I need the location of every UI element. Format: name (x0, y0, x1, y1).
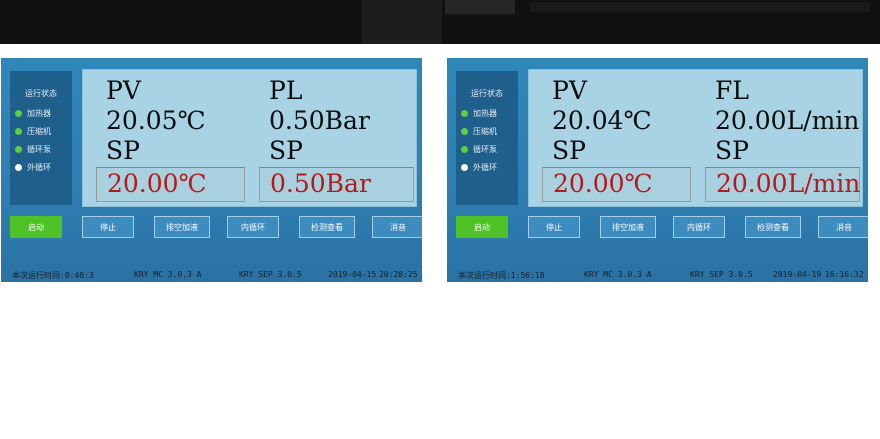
status-item-pump: 循环泵 (15, 143, 51, 155)
sep-version-text: KRY SEP 3.0.5 (239, 270, 302, 279)
drain-fill-button[interactable]: 排空加液 (154, 216, 210, 238)
status-item-external-loop: 外循环 (461, 161, 497, 173)
sp-label: SP (552, 136, 586, 165)
temperature-setpoint-field[interactable]: 20.00℃ (542, 167, 691, 202)
runtime-text: 本次运行时间:0:40:3 (12, 271, 94, 280)
flow-setpoint-value: 20.00L/min (716, 169, 861, 198)
status-footer: 本次运行时间:1:56:18 KRY MC 3.0.3 A KRY SEP 3.… (447, 268, 868, 282)
status-indicator-icon (461, 145, 468, 153)
status-item-label: 压缩机 (473, 126, 497, 136)
sep-version-text: KRY SEP 3.0.5 (690, 270, 753, 279)
blurred-header-block (362, 0, 442, 44)
status-item-label: 外循环 (27, 162, 51, 172)
pv-value: 20.04℃ (552, 106, 652, 135)
status-item-compressor: 压缩机 (461, 125, 497, 137)
pressure-setpoint-field[interactable]: 0.50Bar (259, 167, 414, 202)
start-button[interactable]: 启动 (456, 216, 508, 238)
run-status-title: 运行状态 (25, 89, 57, 98)
stop-button[interactable]: 停止 (82, 216, 134, 238)
start-button[interactable]: 启动 (10, 216, 62, 238)
inspect-view-button[interactable]: 检测查看 (745, 216, 801, 238)
status-item-label: 循环泵 (27, 144, 51, 154)
hmi-screen-left: 运行状态 加热器 压缩机 循环泵 外循环 PV 20.05℃ SP 20.00℃… (1, 58, 422, 282)
date-text: 2019-04-15 (328, 270, 377, 279)
pv-value: 20.05℃ (106, 106, 206, 135)
time-text: 20:28:25 (379, 270, 418, 279)
flow-setpoint-field[interactable]: 20.00L/min (705, 167, 860, 202)
status-item-pump: 循环泵 (461, 143, 497, 155)
status-indicator-icon (15, 109, 22, 117)
time-text: 16:16:32 (825, 270, 864, 279)
status-indicator-icon (15, 127, 22, 135)
readout-display: PV 20.04℃ SP 20.00℃ FL 20.00L/min SP 20.… (528, 69, 863, 207)
hmi-screen-right: 运行状态 加热器 压缩机 循环泵 外循环 PV 20.04℃ SP 20.00℃… (447, 58, 868, 282)
mute-button[interactable]: 消音 (818, 216, 868, 238)
pv-label: PV (106, 76, 141, 105)
internal-loop-button[interactable]: 内循环 (673, 216, 725, 238)
sp2-label: SP (715, 136, 749, 165)
temperature-setpoint-value: 20.00℃ (553, 169, 653, 198)
status-item-external-loop: 外循环 (15, 161, 51, 173)
pressure-label: PL (269, 76, 303, 105)
status-item-label: 循环泵 (473, 144, 497, 154)
flow-label: FL (715, 76, 749, 105)
pressure-value: 0.50Bar (269, 106, 370, 135)
status-indicator-icon (461, 163, 468, 171)
status-footer: 本次运行时间:0:40:3 KRY MC 3.0.3 A KRY SEP 3.0… (1, 268, 422, 282)
pressure-setpoint-value: 0.50Bar (270, 169, 371, 198)
status-item-heater: 加热器 (461, 107, 497, 119)
run-status-panel: 运行状态 加热器 压缩机 循环泵 外循环 (456, 71, 518, 205)
internal-loop-button[interactable]: 内循环 (227, 216, 279, 238)
date-text: 2019-04-19 (773, 270, 822, 279)
status-item-label: 压缩机 (27, 126, 51, 136)
status-indicator-icon (461, 127, 468, 135)
flow-value: 20.00L/min (715, 106, 860, 135)
readout-display: PV 20.05℃ SP 20.00℃ PL 0.50Bar SP 0.50Ba… (82, 69, 417, 207)
run-status-panel: 运行状态 加热器 压缩机 循环泵 外循环 (10, 71, 72, 205)
status-indicator-icon (461, 109, 468, 117)
blurred-header-block (530, 2, 870, 12)
top-dark-bar (0, 0, 880, 44)
pv-label: PV (552, 76, 587, 105)
stop-button[interactable]: 停止 (528, 216, 580, 238)
status-indicator-icon (15, 163, 22, 171)
sp-label: SP (106, 136, 140, 165)
temperature-setpoint-field[interactable]: 20.00℃ (96, 167, 245, 202)
mc-version-text: KRY MC 3.0.3 A (584, 270, 652, 279)
run-status-title: 运行状态 (471, 89, 503, 98)
sp2-label: SP (269, 136, 303, 165)
status-item-heater: 加热器 (15, 107, 51, 119)
inspect-view-button[interactable]: 检测查看 (299, 216, 355, 238)
status-item-label: 加热器 (27, 108, 51, 118)
status-item-label: 加热器 (473, 108, 497, 118)
runtime-text: 本次运行时间:1:56:18 (458, 271, 545, 280)
blurred-header-block (445, 0, 515, 14)
status-item-label: 外循环 (473, 162, 497, 172)
temperature-setpoint-value: 20.00℃ (107, 169, 207, 198)
drain-fill-button[interactable]: 排空加液 (600, 216, 656, 238)
status-item-compressor: 压缩机 (15, 125, 51, 137)
mute-button[interactable]: 消音 (372, 216, 422, 238)
status-indicator-icon (15, 145, 22, 153)
mc-version-text: KRY MC 3.0.3 A (134, 270, 202, 279)
